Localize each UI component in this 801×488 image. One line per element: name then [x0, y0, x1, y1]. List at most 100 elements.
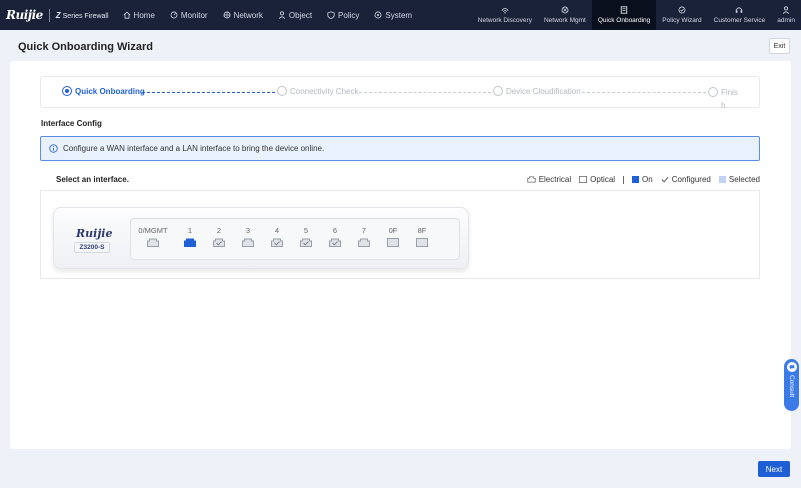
port-label: 5	[303, 226, 309, 235]
electrical-port-icon	[329, 238, 341, 247]
step-finish-label-2: h	[721, 101, 726, 110]
nav-item-admin[interactable]: admin	[771, 0, 801, 30]
legend-configured-label: Configured	[671, 175, 711, 184]
port-label: 6	[332, 226, 338, 235]
port-5[interactable]: 5	[290, 226, 322, 247]
port-label: 2	[216, 226, 222, 235]
nav-item-policy-label: Policy	[338, 10, 360, 20]
device-front-panel: Ruijie Z3200-S 0/MGMT 1 2 3 4 5 6 7 0F 8F	[53, 207, 469, 269]
info-alert-text: Configure a WAN interface and a LAN inte…	[63, 144, 325, 153]
nav-item-quick-onboarding[interactable]: Quick Onboarding	[591, 0, 657, 30]
nav-item-network[interactable]: Network	[223, 11, 263, 20]
step-connector-1	[142, 92, 275, 93]
port-8[interactable]: 0F	[377, 226, 409, 247]
step-device-cloudification[interactable]: Device Cloudification	[493, 86, 581, 96]
top-navigation-bar: Ruijie Z Series Firewall Home Monitor Ne…	[0, 0, 801, 30]
logo-divider	[48, 8, 50, 22]
network-icon	[223, 11, 231, 19]
interface-panel: Ruijie Z3200-S 0/MGMT 1 2 3 4 5 6 7 0F 8F	[40, 190, 760, 279]
port-label: 7	[361, 226, 367, 235]
page-title: Quick Onboarding Wizard	[18, 41, 153, 53]
electrical-port-icon	[147, 238, 159, 247]
user-icon	[783, 6, 790, 14]
port-3[interactable]: 3	[232, 226, 264, 247]
legend-optical: Optical	[579, 175, 615, 184]
step-connectivity-check[interactable]: Connectivity Check	[277, 86, 358, 96]
on-swatch-icon	[632, 176, 640, 183]
legend-selected: Selected	[718, 175, 760, 184]
nav-item-network-mgmt-label: Network Mgmt	[543, 17, 586, 24]
main-menu: Home Monitor Network Object Policy Syste…	[123, 0, 428, 30]
select-interface-label: Select an interface.	[56, 175, 129, 184]
interface-config-title: Interface Config	[41, 119, 102, 128]
nav-item-admin-label: admin	[777, 17, 795, 24]
step-active-circle-icon	[62, 86, 72, 96]
nav-item-network-label: Network	[233, 10, 263, 20]
port-label: 1	[187, 226, 193, 235]
nav-item-quick-onboarding-label: Quick Onboarding	[597, 17, 651, 24]
network-mgmt-icon	[561, 6, 569, 14]
nav-item-customer-service[interactable]: Customer Service	[708, 0, 772, 30]
legend-selected-label: Selected	[728, 175, 760, 184]
step-connector-3	[582, 92, 706, 93]
legend-on-label: On	[642, 175, 653, 184]
electrical-port-icon	[242, 238, 254, 247]
nav-item-policy-wizard[interactable]: Policy Wizard	[656, 0, 707, 30]
optical-port-icon	[579, 176, 588, 183]
port-legend: Electrical Optical On Configured Selecte…	[527, 175, 760, 184]
legend-divider	[623, 175, 625, 184]
system-icon	[374, 11, 382, 19]
step-device-cloudification-label: Device Cloudification	[506, 86, 581, 96]
legend-electrical-label: Electrical	[538, 175, 572, 184]
port-label: 0/MGMT	[138, 226, 168, 235]
nav-item-object[interactable]: Object	[278, 11, 312, 20]
port-6[interactable]: 6	[319, 226, 351, 247]
port-0[interactable]: 0/MGMT	[137, 226, 169, 247]
nav-item-network-discovery[interactable]: Network Discovery	[472, 0, 538, 30]
legend-optical-label: Optical	[590, 175, 616, 184]
port-7[interactable]: 7	[348, 226, 380, 247]
electrical-port-icon	[184, 238, 196, 247]
nav-item-network-mgmt[interactable]: Network Mgmt	[538, 0, 592, 30]
nav-item-system[interactable]: System	[374, 11, 412, 20]
legend-electrical: Electrical	[527, 175, 571, 184]
nav-item-policy-wizard-label: Policy Wizard	[662, 17, 702, 24]
shortcut-menu: Network Discovery Network Mgmt Quick Onb…	[472, 0, 801, 30]
headset-icon	[736, 7, 743, 13]
policy-icon	[327, 11, 335, 19]
step-connectivity-check-label: Connectivity Check	[290, 86, 359, 96]
wizard-card: Quick Onboarding Connectivity Check Devi…	[10, 61, 791, 449]
consult-button[interactable]: Consult	[784, 359, 799, 411]
legend-configured: Configured	[661, 175, 711, 184]
port-label: 4	[274, 226, 280, 235]
object-icon	[278, 11, 286, 19]
step-finish[interactable]: Finis h	[708, 86, 740, 112]
network-discovery-icon	[501, 8, 509, 14]
info-icon	[49, 144, 58, 153]
product-name: Z Series Firewall	[56, 11, 109, 20]
brand-logo[interactable]: Ruijie	[6, 8, 43, 22]
port-label: 0F	[388, 226, 398, 235]
port-4[interactable]: 4	[261, 226, 293, 247]
port-2[interactable]: 2	[203, 226, 235, 247]
exit-button[interactable]: Exit	[769, 38, 790, 54]
step-quick-onboarding-label: Quick Onboarding	[75, 86, 145, 96]
step-pending-circle-icon	[493, 86, 503, 96]
nav-item-policy[interactable]: Policy	[327, 11, 359, 20]
product-name-text: Series Firewall	[62, 12, 109, 20]
electrical-port-icon	[300, 238, 312, 247]
nav-item-object-label: Object	[288, 10, 313, 20]
nav-item-monitor[interactable]: Monitor	[170, 11, 208, 20]
nav-item-monitor-label: Monitor	[180, 10, 208, 20]
step-quick-onboarding[interactable]: Quick Onboarding	[62, 86, 145, 96]
next-button[interactable]: Next	[758, 461, 790, 477]
step-connector-2	[359, 92, 491, 93]
nav-item-home[interactable]: Home	[123, 11, 155, 20]
port-1[interactable]: 1	[174, 226, 206, 247]
info-alert: Configure a WAN interface and a LAN inte…	[40, 136, 760, 161]
consult-label: Consult	[788, 375, 795, 398]
nav-item-home-label: Home	[133, 10, 155, 20]
port-9[interactable]: 8F	[406, 226, 438, 247]
nav-item-system-label: System	[385, 10, 413, 20]
nav-item-network-discovery-label: Network Discovery	[477, 17, 532, 24]
